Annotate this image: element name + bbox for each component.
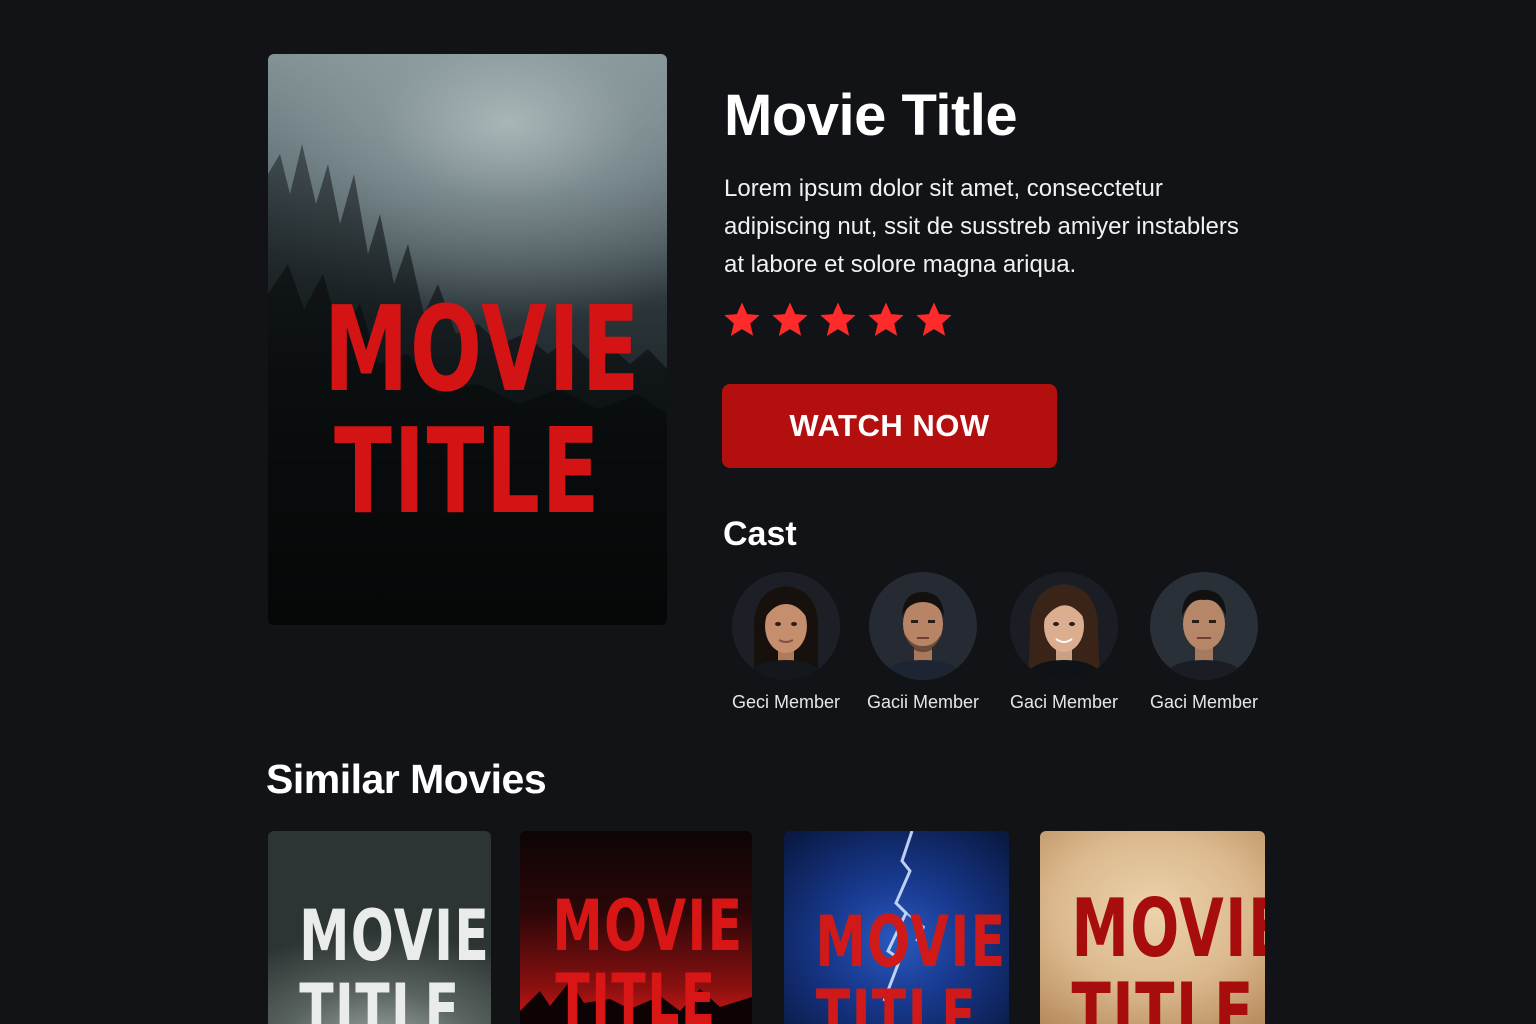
similar-poster-title: MOVIE TITLE <box>299 895 491 1024</box>
cast-list: Geci Member Gacii Member Gaci Member Gac… <box>716 572 1276 722</box>
star-icon <box>724 302 760 336</box>
actor-photo-icon <box>1010 572 1118 680</box>
poster-title-line: MOVIE <box>815 901 1007 983</box>
poster-title-line: TITLE <box>815 975 978 1024</box>
similar-movies-heading: Similar Movies <box>266 756 547 802</box>
actor-photo-icon <box>869 572 977 680</box>
cast-heading: Cast <box>723 515 797 553</box>
poster-title-line: MOVIE <box>323 280 641 418</box>
poster-title-line: TITLE <box>334 402 601 540</box>
similar-movie-card[interactable]: MOVIE TITLE <box>520 831 752 1024</box>
poster-title-line: TITLE <box>555 959 717 1024</box>
similar-poster-title: MOVIE TITLE <box>552 885 744 1024</box>
cast-name: Geci Member <box>731 692 841 712</box>
movie-title: Movie Title <box>724 83 1018 148</box>
star-icon <box>868 302 904 336</box>
cast-member[interactable]: Geci Member <box>716 572 856 713</box>
poster-title-line: MOVIE <box>299 895 491 977</box>
watch-now-button[interactable]: WATCH NOW <box>722 384 1057 468</box>
movie-detail-page: MOVIE TITLE Movie Title Lorem ipsum dolo… <box>0 0 1536 1024</box>
cast-member[interactable]: Gaci Member <box>994 572 1134 713</box>
movie-description: Lorem ipsum dolor sit amet, consecctetur… <box>724 175 1239 278</box>
actor-photo-icon <box>1150 572 1258 680</box>
cast-name: Gacii Member <box>866 692 980 712</box>
poster-title-line: MOVIE <box>552 885 744 967</box>
poster-title-line: TITLE <box>1071 966 1255 1024</box>
similar-poster-title: MOVIE TITLE <box>1071 882 1266 1024</box>
cast-name: Gaci Member <box>1009 692 1119 712</box>
cast-name: Gaci Member <box>1149 692 1259 712</box>
similar-movie-card[interactable]: MOVIE TITLE <box>784 831 1009 1024</box>
hero-poster-title: MOVIE TITLE <box>323 280 641 540</box>
hero-poster: MOVIE TITLE <box>268 54 667 625</box>
similar-movie-card[interactable]: MOVIE TITLE <box>1040 831 1265 1024</box>
actor-photo-icon <box>732 572 840 680</box>
star-rating <box>722 300 954 340</box>
poster-title-line: MOVIE <box>1071 882 1266 975</box>
star-icon <box>916 302 952 336</box>
star-icon <box>820 302 856 336</box>
poster-title-line: TITLE <box>299 969 461 1024</box>
similar-poster-title: MOVIE TITLE <box>815 901 1007 1024</box>
similar-movie-card[interactable]: MOVIE TITLE <box>268 831 491 1024</box>
cast-member[interactable]: Gaci Member <box>1134 572 1274 713</box>
cast-member[interactable]: Gacii Member <box>853 572 993 713</box>
star-icon <box>772 302 808 336</box>
